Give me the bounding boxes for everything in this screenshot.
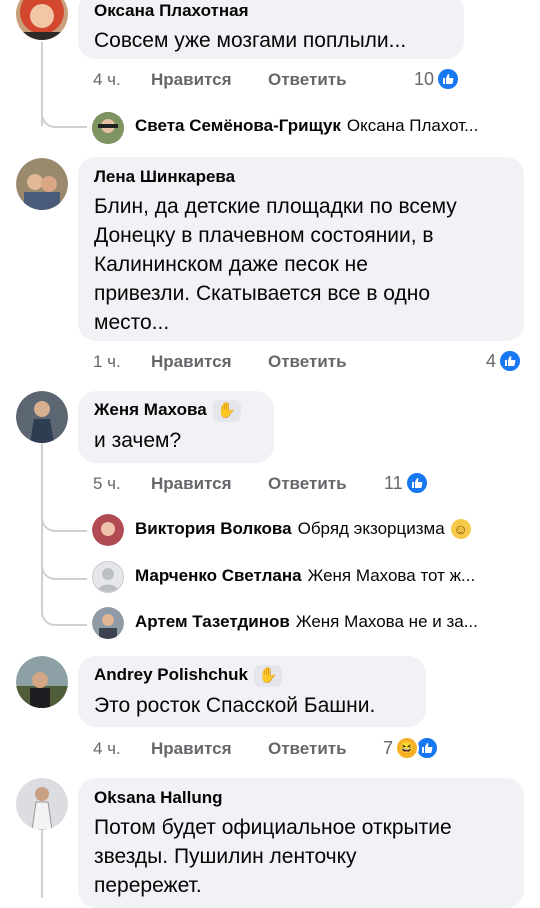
reply-button[interactable]: Ответить xyxy=(268,736,347,762)
reaction-count: 10 xyxy=(414,69,435,89)
like-button[interactable]: Нравится xyxy=(151,67,232,93)
comment-actions: 1 ч. Нравится Ответить xyxy=(93,349,393,375)
avatar[interactable] xyxy=(92,561,124,593)
avatar[interactable] xyxy=(16,0,68,40)
like-button[interactable]: Нравится xyxy=(151,349,232,375)
avatar[interactable] xyxy=(16,656,68,708)
avatar[interactable] xyxy=(92,514,124,546)
reply-connector xyxy=(41,100,87,128)
reaction-summary[interactable]: 4 xyxy=(486,348,523,374)
comment-author[interactable]: Andrey Polishchuk xyxy=(94,665,248,684)
wave-icon: ✋ xyxy=(212,399,241,422)
avatar[interactable] xyxy=(16,391,68,443)
reply-connector xyxy=(41,504,87,532)
reply-author[interactable]: Виктория Волкова xyxy=(135,519,292,539)
comment-text-line: место... xyxy=(94,311,170,334)
comment-author-row: Andrey Polishchuk ✋ xyxy=(94,664,410,687)
like-button[interactable]: Нравится xyxy=(151,736,232,762)
comment-author[interactable]: Оксана Плахотная xyxy=(94,0,448,22)
smile-emoji: ☺ xyxy=(450,519,471,539)
thread-line xyxy=(41,442,43,612)
reply-button[interactable]: Ответить xyxy=(268,67,347,93)
comment-text-line: Потом будет официальное открытие xyxy=(94,816,452,839)
comment-time[interactable]: 5 ч. xyxy=(93,471,121,497)
comment-text-line: Калининском даже песок не xyxy=(94,253,368,276)
comment-text-line: Донецку в плачевном состоянии, в xyxy=(94,224,434,247)
comment-bubble: Оксана Плахотная Совсем уже мозгами попл… xyxy=(78,0,464,59)
reaction-count: 4 xyxy=(486,351,497,371)
comment-author[interactable]: Лена Шинкарева xyxy=(94,166,508,188)
reply-preview: Женя Махова тот ж... xyxy=(307,566,476,585)
like-icon xyxy=(498,349,523,373)
comment-bubble: Женя Махова ✋ и зачем? xyxy=(78,391,274,463)
reaction-count: 11 xyxy=(384,473,403,493)
avatar[interactable] xyxy=(92,112,124,144)
like-icon xyxy=(404,471,429,495)
comment-text: Совсем уже мозгами поплыли... xyxy=(94,29,407,52)
reaction-summary[interactable]: 7 😆 xyxy=(383,735,440,761)
like-icon xyxy=(436,67,461,91)
comment-text: Потом будет официальное открытие звезды.… xyxy=(94,813,508,900)
comment-text: Это росток Спасской Башни. xyxy=(94,693,376,717)
like-button[interactable]: Нравится xyxy=(151,471,232,497)
comment-author[interactable]: Oksana Hallung xyxy=(94,787,508,809)
comment-time[interactable]: 4 ч. xyxy=(93,67,121,93)
reaction-count: 7 xyxy=(383,738,394,758)
reply-connector xyxy=(41,552,87,580)
comment-time[interactable]: 1 ч. xyxy=(93,349,121,375)
comment-bubble: Andrey Polishchuk ✋ Это росток Спасской Б… xyxy=(78,656,426,727)
comment-author-row: Женя Махова ✋ xyxy=(94,399,258,422)
reply-preview: Женя Махова не и за... xyxy=(295,612,478,631)
reply-button[interactable]: Ответить xyxy=(268,471,347,497)
comment-author[interactable]: Женя Махова xyxy=(94,400,207,419)
reply-author[interactable]: Света Семёнова-Грищук xyxy=(135,116,341,136)
avatar[interactable] xyxy=(16,158,68,210)
reaction-summary[interactable]: 10 xyxy=(414,66,461,92)
avatar[interactable] xyxy=(16,778,68,830)
reply-item[interactable]: Света Семёнова-Грищук Оксана Плахот... xyxy=(135,111,530,141)
comment-actions: 4 ч. Нравится Ответить xyxy=(93,67,393,93)
comment-actions: 4 ч. Нравится Ответить xyxy=(93,736,393,762)
comment-actions: 5 ч. Нравится Ответить xyxy=(93,471,393,497)
avatar[interactable] xyxy=(92,607,124,639)
reply-button[interactable]: Ответить xyxy=(268,349,347,375)
comment-text-line: Блин, да детские площадки по всему xyxy=(94,195,457,218)
comment-text-line: перережет. xyxy=(94,874,202,897)
reply-connector xyxy=(41,598,87,626)
comment-text-line: звезды. Пушилин ленточку xyxy=(94,845,357,868)
reply-preview: Оксана Плахот... xyxy=(346,116,479,135)
reply-author[interactable]: Марченко Светлана xyxy=(135,566,302,586)
reply-item[interactable]: Виктория Волкова Обряд экзорцизма ☺ xyxy=(135,514,530,544)
comment-bubble: Лена Шинкарева Блин, да детские площадки… xyxy=(78,157,524,341)
comment-text: Блин, да детские площадки по всему Донец… xyxy=(94,192,508,337)
thread-line xyxy=(41,830,43,898)
reply-item[interactable]: Артем Тазетдинов Женя Махова не и за... xyxy=(135,607,530,637)
comment-bubble: Oksana Hallung Потом будет официальное о… xyxy=(78,778,524,908)
haha-icon: 😆 xyxy=(395,736,420,760)
comment-text: и зачем? xyxy=(94,428,182,452)
reply-author[interactable]: Артем Тазетдинов xyxy=(135,612,290,632)
comment-time[interactable]: 4 ч. xyxy=(93,736,121,762)
reply-preview: Обряд экзорцизма xyxy=(297,519,445,538)
comment-text-line: привезли. Скатывается все в одно xyxy=(94,282,431,305)
reply-item[interactable]: Марченко Светлана Женя Махова тот ж... xyxy=(135,561,530,591)
wave-icon: ✋ xyxy=(253,664,282,687)
reaction-summary[interactable]: 11 xyxy=(384,470,429,496)
